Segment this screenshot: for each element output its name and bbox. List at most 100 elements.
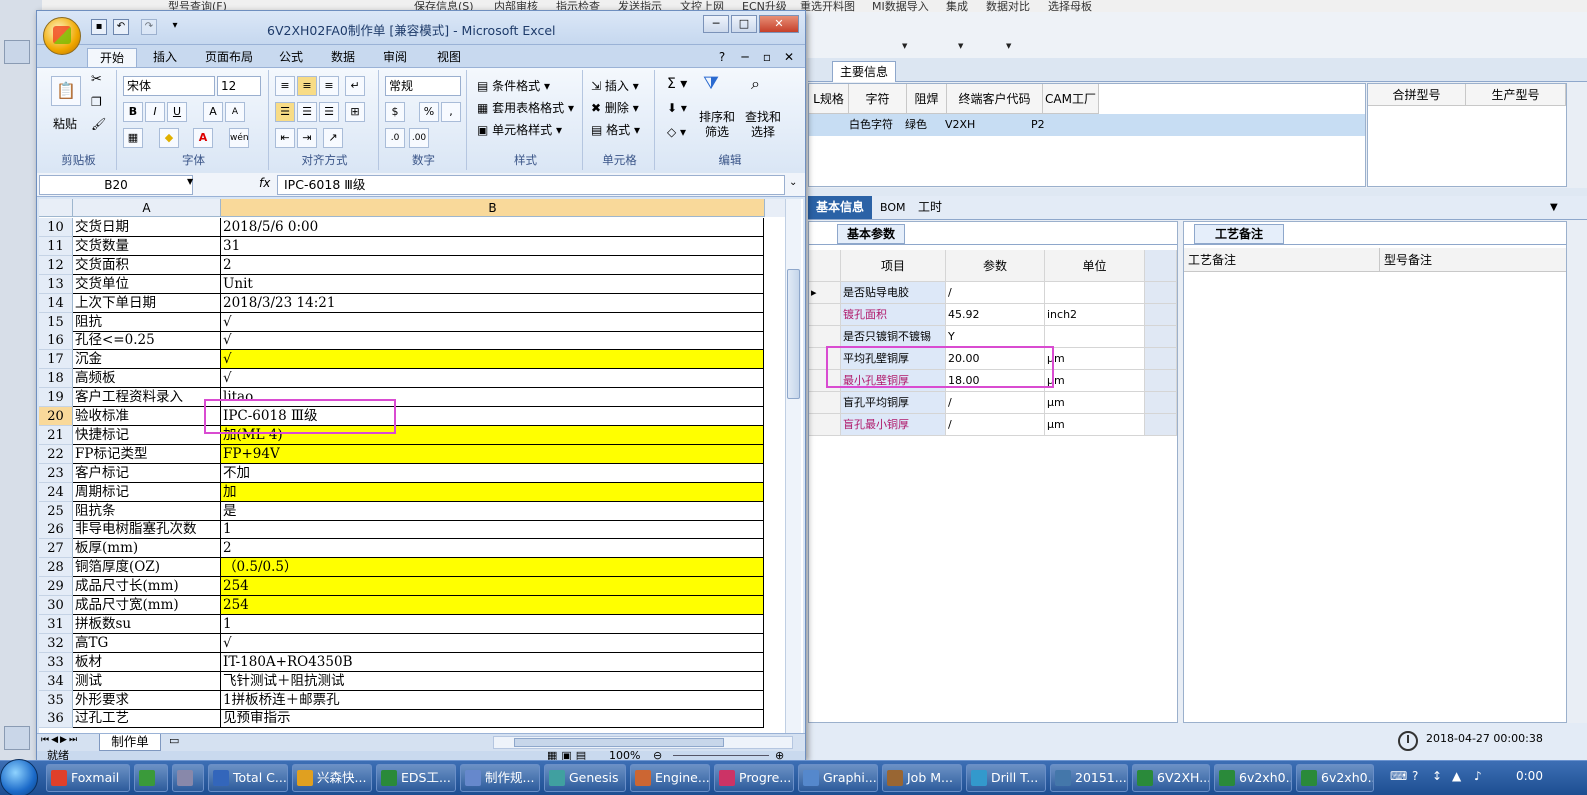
sheet-row[interactable]: 34 测试 飞针测试＋阻抗测试 <box>39 671 765 691</box>
horizontal-scrollbar[interactable] <box>493 736 793 749</box>
cell-a[interactable]: FP标记类型 <box>73 444 221 464</box>
tab-basic-info[interactable]: 基本信息 <box>808 196 872 219</box>
column-header[interactable]: 阻焊 <box>907 84 947 114</box>
cell-b[interactable]: 1 <box>221 520 764 540</box>
column-header[interactable]: 终端客户代码 <box>947 84 1043 114</box>
decrease-indent-icon[interactable]: ⇤ <box>275 128 295 148</box>
ribbon-minimize-icon[interactable]: ─ <box>737 48 753 67</box>
currency-icon[interactable]: $ <box>385 102 405 122</box>
tab-work-hours[interactable]: 工时 <box>918 196 942 219</box>
sheet-row[interactable]: 36 过孔工艺 见预审指示 <box>39 709 765 729</box>
column-header[interactable]: 生产型号 <box>1466 84 1566 106</box>
font-name-select[interactable]: 宋体 <box>123 76 215 96</box>
bold-icon[interactable]: B <box>123 102 143 122</box>
sheet-row[interactable]: 14 上次下单日期 2018/3/23 14:21 <box>39 293 765 313</box>
sheet-row[interactable]: 11 交货数量 31 <box>39 236 765 256</box>
cell-b[interactable]: 31 <box>221 236 764 256</box>
cell-a[interactable]: 成品尺寸长(mm) <box>73 577 221 597</box>
taskbar-button[interactable] <box>134 764 168 792</box>
cell-a[interactable]: 阻抗 <box>73 312 221 332</box>
cell-a[interactable]: 验收标准 <box>73 407 221 426</box>
minimize-button[interactable]: ─ <box>703 15 729 33</box>
cell-b[interactable]: （0.5/0.5） <box>221 558 764 578</box>
cell-b[interactable]: FP+94V <box>221 444 764 464</box>
tab-page-layout[interactable]: 页面布局 <box>197 48 261 67</box>
row-number[interactable]: 31 <box>39 614 73 634</box>
taskbar-button[interactable]: Graphi... <box>798 764 878 792</box>
grow-font-icon[interactable]: A <box>203 102 223 122</box>
cell-a[interactable]: 上次下单日期 <box>73 293 221 313</box>
param-value[interactable]: 45.92 <box>946 304 1045 326</box>
tray-expand-icon[interactable]: ▲ <box>1452 769 1461 783</box>
taskbar-button[interactable]: Progre... <box>714 764 794 792</box>
cell-a[interactable]: 测试 <box>73 671 221 691</box>
cell-a[interactable]: 非导电树脂塞孔次数 <box>73 520 221 540</box>
sort-filter-button[interactable]: 排序和筛选 <box>695 110 739 139</box>
font-color-icon[interactable]: A <box>193 128 213 148</box>
sheet-row[interactable]: 21 快捷标记 加(ML 4) <box>39 425 765 445</box>
font-size-select[interactable]: 12 <box>217 76 261 96</box>
cell-b[interactable]: √ <box>221 369 764 389</box>
align-left-icon[interactable]: ☰ <box>275 102 295 122</box>
menu-item[interactable]: MI数据导入 <box>872 0 929 12</box>
param-value[interactable]: / <box>946 414 1045 436</box>
table-format-button[interactable]: ▦ 套用表格格式 ▾ <box>477 98 574 118</box>
new-sheet-icon[interactable]: ▭ <box>169 734 179 747</box>
merge-center-icon[interactable]: ⊞ <box>345 102 365 122</box>
dropdown-arrow-icon[interactable]: ▼ <box>1550 196 1558 219</box>
sheet-row[interactable]: 10 交货日期 2018/5/6 0:00 <box>39 218 765 237</box>
cell-a[interactable]: 高TG <box>73 633 221 653</box>
cell-b[interactable]: √ <box>221 350 764 370</box>
sheet-row[interactable]: 17 沉金 √ <box>39 350 765 370</box>
cell-a[interactable]: 过孔工艺 <box>73 709 221 729</box>
taskbar-button[interactable]: 6v2xh0... <box>1296 764 1374 792</box>
sheet-row[interactable]: 12 交货面积 2 <box>39 255 765 275</box>
menu-item[interactable]: 重选开料图 <box>800 0 855 12</box>
decrease-decimal-icon[interactable]: .00 <box>409 128 429 148</box>
cell-a[interactable]: 交货面积 <box>73 255 221 275</box>
row-number[interactable]: 12 <box>39 255 73 275</box>
column-header[interactable]: 项目 <box>841 250 946 282</box>
tab-main-info[interactable]: 主要信息 <box>832 61 896 82</box>
ribbon-restore-icon[interactable]: ▫ <box>759 48 775 67</box>
align-bottom-icon[interactable]: ≡ <box>319 76 339 96</box>
column-header[interactable]: CAM工厂 <box>1043 84 1099 114</box>
row-number[interactable]: 34 <box>39 671 73 691</box>
cut-icon[interactable]: ✂ <box>91 70 102 90</box>
table-row[interactable]: 盲孔最小铜厚 / μm <box>809 414 1177 436</box>
insert-cells-button[interactable]: ⇲ 插入 ▾ <box>591 76 639 96</box>
sheet-row[interactable]: 24 周期标记加 <box>39 482 765 502</box>
row-number[interactable]: 18 <box>39 369 73 389</box>
row-number[interactable]: 23 <box>39 463 73 483</box>
cell-a[interactable]: 外形要求 <box>73 690 221 710</box>
binoculars-icon[interactable]: ⌕ <box>751 74 760 94</box>
cell-style-button[interactable]: ▣ 单元格样式 ▾ <box>477 120 562 140</box>
number-format-select[interactable]: 常规 <box>385 76 461 96</box>
underline-icon[interactable]: U <box>167 102 187 122</box>
tab-process-notes[interactable]: 工艺备注 <box>1194 224 1284 244</box>
sheet-row[interactable]: 20 验收标准 IPC-6018 Ⅲ级 <box>39 407 765 426</box>
align-middle-icon[interactable]: ≡ <box>297 76 317 96</box>
cell-a[interactable]: 客户工程资料录入 <box>73 388 221 408</box>
table-row[interactable]: 是否只镀铜不镀锡 Y <box>809 326 1177 348</box>
cell-b[interactable]: IT-180A+RO4350B <box>221 652 764 672</box>
cell-a[interactable]: 成品尺寸宽(mm) <box>73 596 221 615</box>
row-number[interactable]: 15 <box>39 312 73 332</box>
sheet-row[interactable]: 15 阻抗 √ <box>39 312 765 332</box>
copy-icon[interactable]: ❐ <box>91 92 102 112</box>
find-select-button[interactable]: 查找和选择 <box>741 110 785 139</box>
name-box-dropdown-icon[interactable]: ▼ <box>187 177 193 186</box>
row-number[interactable]: 16 <box>39 331 73 351</box>
cell-a[interactable]: 交货单位 <box>73 274 221 294</box>
align-top-icon[interactable]: ≡ <box>275 76 295 96</box>
keyboard-icon[interactable]: ⌨ <box>1390 769 1407 783</box>
sheet-row[interactable]: 27 板厚(mm) 2 <box>39 539 765 559</box>
sheet-row[interactable]: 25 阻抗条是 <box>39 501 765 521</box>
sheet-row[interactable]: 23 客户标记 不加 <box>39 463 765 483</box>
cell-a[interactable]: 板厚(mm) <box>73 539 221 559</box>
tool-icon[interactable] <box>4 726 30 750</box>
row-number[interactable]: 11 <box>39 236 73 256</box>
volume-icon[interactable]: ♪ <box>1474 769 1482 783</box>
row-number[interactable]: 35 <box>39 690 73 710</box>
table-row[interactable]: 镀孔面积 45.92 inch2 <box>809 304 1177 326</box>
